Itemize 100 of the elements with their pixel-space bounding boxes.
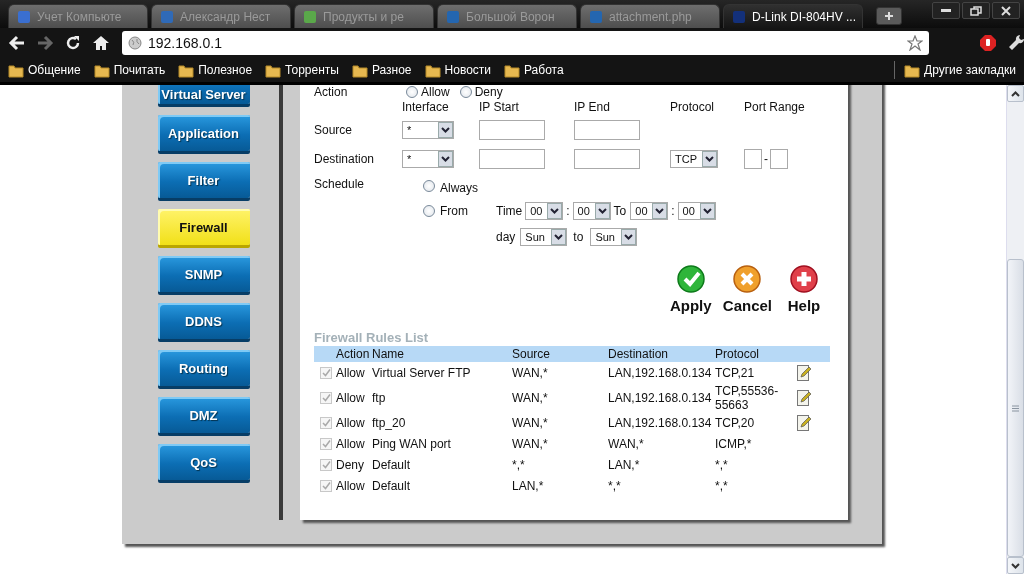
table-cell: Default bbox=[372, 478, 411, 493]
bookmark-item[interactable]: Общение bbox=[8, 62, 81, 78]
chevron-down-icon bbox=[438, 121, 453, 138]
chevron-down-icon bbox=[699, 203, 715, 219]
ip-end-field[interactable] bbox=[574, 119, 640, 140]
window-button[interactable] bbox=[932, 2, 960, 19]
table-cell: Ping WAN port bbox=[372, 436, 451, 451]
plus-icon bbox=[790, 265, 818, 293]
table-cell: WAN,* bbox=[608, 436, 644, 451]
checkbox[interactable] bbox=[320, 391, 332, 404]
table-cell: Deny bbox=[336, 457, 364, 472]
column-header: Protocol bbox=[715, 347, 760, 361]
reload-icon[interactable] bbox=[64, 34, 82, 52]
nav-button[interactable]: Firewall bbox=[157, 209, 250, 245]
folder-icon bbox=[904, 62, 921, 78]
table-cell: WAN,* bbox=[512, 436, 548, 451]
dropdown[interactable]: Sun bbox=[520, 228, 568, 246]
dropdown[interactable]: * bbox=[402, 149, 454, 168]
nav-button[interactable]: Routing bbox=[157, 350, 250, 386]
folder-icon bbox=[8, 62, 24, 78]
scroll-down-button[interactable] bbox=[1007, 557, 1024, 574]
bookmark-item[interactable]: Почитать bbox=[93, 62, 166, 78]
port-start-field[interactable] bbox=[744, 148, 762, 169]
radio-button[interactable] bbox=[423, 180, 435, 192]
wrench-icon[interactable] bbox=[1007, 34, 1024, 52]
chevron-down-icon bbox=[652, 203, 668, 219]
checkbox[interactable] bbox=[320, 458, 332, 471]
dropdown[interactable]: TCP bbox=[670, 149, 718, 168]
scroll-thumb[interactable] bbox=[1007, 259, 1024, 557]
pencil-paper-icon[interactable] bbox=[797, 414, 811, 431]
radio-button[interactable] bbox=[423, 205, 435, 217]
bookmark-item[interactable]: Полезное bbox=[178, 62, 253, 78]
checkbox[interactable] bbox=[320, 437, 332, 450]
chevron-down-icon bbox=[702, 150, 717, 167]
radio-label: From bbox=[440, 204, 469, 218]
square-icon bbox=[732, 9, 746, 24]
nav-button[interactable]: DDNS bbox=[157, 303, 250, 339]
radio-button[interactable] bbox=[406, 86, 418, 98]
bookmark-item[interactable]: Другие закладки bbox=[904, 62, 1016, 78]
table-cell: Virtual Server FTP bbox=[372, 365, 471, 380]
bookmark-item[interactable]: Торренты bbox=[265, 62, 339, 78]
table-cell: LAN,192.168.0.134 bbox=[608, 415, 712, 430]
pencil-paper-icon[interactable] bbox=[797, 364, 811, 381]
star-icon[interactable] bbox=[907, 35, 923, 51]
ip-start-field[interactable] bbox=[479, 148, 545, 169]
form-label: day bbox=[496, 230, 516, 244]
ip-start-field[interactable] bbox=[479, 119, 545, 140]
radio-label: Always bbox=[440, 179, 478, 195]
nav-button[interactable]: DMZ bbox=[157, 397, 250, 433]
forward-icon[interactable] bbox=[36, 34, 54, 52]
apply-button[interactable]: Apply bbox=[668, 265, 713, 314]
dropdown[interactable]: 00 bbox=[572, 202, 611, 220]
column-header: Action bbox=[336, 347, 370, 361]
address-field[interactable]: 192.168.0.1 bbox=[122, 31, 929, 55]
checkbox[interactable] bbox=[320, 479, 332, 492]
help-button[interactable]: Help bbox=[782, 265, 826, 314]
dropdown[interactable]: * bbox=[402, 120, 454, 139]
form-label: To bbox=[613, 204, 627, 218]
new-tab-button[interactable] bbox=[876, 7, 902, 25]
bookmark-item[interactable]: Новости bbox=[424, 62, 491, 78]
globe-icon bbox=[128, 36, 142, 50]
square-icon bbox=[589, 9, 603, 24]
checkbox[interactable] bbox=[320, 416, 332, 429]
table-cell: TCP,55536-55663 bbox=[715, 383, 779, 412]
nav-button[interactable]: Application bbox=[157, 115, 250, 151]
table-cell: Default bbox=[372, 457, 411, 472]
browser-tab[interactable]: D-Link DI-804HV ... bbox=[723, 4, 863, 28]
x-icon bbox=[733, 265, 762, 293]
back-icon[interactable] bbox=[8, 34, 26, 52]
folder-icon bbox=[504, 62, 520, 78]
table-cell: TCP,20 bbox=[715, 415, 755, 430]
radio-button[interactable] bbox=[459, 86, 472, 98]
dropdown[interactable]: 00 bbox=[677, 202, 716, 220]
window-button[interactable] bbox=[962, 2, 990, 19]
bookmark-item[interactable]: Разное bbox=[351, 62, 412, 78]
chevron-down-icon bbox=[1011, 562, 1020, 569]
square-icon bbox=[160, 9, 174, 24]
scroll-up-button[interactable] bbox=[1007, 85, 1024, 102]
home-icon[interactable] bbox=[92, 34, 110, 52]
form-label: to bbox=[573, 230, 584, 244]
bookmark-item[interactable]: Работа bbox=[504, 62, 564, 78]
port-end-field[interactable] bbox=[770, 148, 788, 169]
ip-end-field[interactable] bbox=[574, 148, 640, 169]
minimize-icon bbox=[941, 9, 951, 12]
dropdown[interactable]: 00 bbox=[630, 202, 669, 220]
cancel-button[interactable]: Cancel bbox=[722, 265, 772, 314]
stop-sign-icon[interactable] bbox=[979, 34, 997, 52]
dropdown[interactable]: 00 bbox=[525, 202, 564, 220]
pencil-paper-icon[interactable] bbox=[797, 389, 811, 406]
nav-button[interactable]: Filter bbox=[157, 162, 250, 198]
table-cell: *,* bbox=[715, 457, 728, 472]
dropdown[interactable]: Sun bbox=[590, 228, 638, 246]
nav-button[interactable]: SNMP bbox=[157, 256, 250, 292]
nav-button[interactable]: QoS bbox=[157, 444, 250, 480]
table-cell: Allow bbox=[336, 390, 365, 405]
window-button[interactable] bbox=[992, 2, 1020, 19]
checkbox[interactable] bbox=[320, 366, 332, 379]
plus-icon bbox=[884, 11, 894, 21]
radio-label: Allow bbox=[421, 85, 450, 99]
nav-button[interactable]: Virtual Server bbox=[157, 85, 250, 104]
